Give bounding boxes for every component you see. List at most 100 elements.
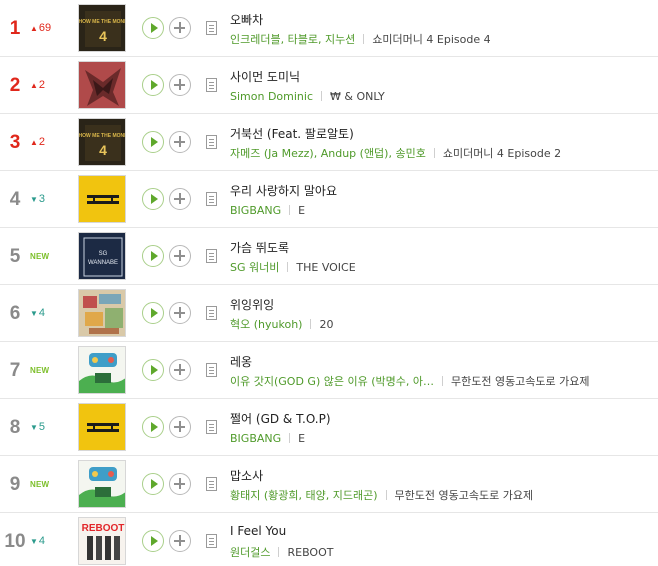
cover-art xyxy=(79,62,125,108)
play-button[interactable] xyxy=(142,74,164,96)
album-link[interactable]: THE VOICE xyxy=(296,261,355,274)
album-cover[interactable]: SHOW ME THE MONEY 4 xyxy=(78,4,126,52)
chart-row: 2 ▲2 사이먼 도미닉 Simon Dominic ₩ & ONLY xyxy=(0,57,658,114)
add-to-playlist-button[interactable] xyxy=(169,245,191,267)
add-to-playlist-button[interactable] xyxy=(169,473,191,495)
album-link[interactable]: 쇼미더머니 4 Episode 4 xyxy=(372,33,490,46)
arrow-up-icon: ▲ xyxy=(30,138,38,147)
lyrics-button[interactable] xyxy=(206,477,217,491)
album-cover[interactable] xyxy=(78,403,126,451)
add-to-playlist-button[interactable] xyxy=(169,74,191,96)
album-cover[interactable]: SG WANNABE xyxy=(78,232,126,280)
cover-art xyxy=(79,176,125,222)
lyrics-button[interactable] xyxy=(206,306,217,320)
add-to-playlist-button[interactable] xyxy=(169,188,191,210)
rank-change: ▼4 xyxy=(30,513,70,566)
meta-divider xyxy=(310,319,312,329)
song-meta: BIGBANG E xyxy=(230,432,655,446)
album-link[interactable]: E xyxy=(298,432,305,445)
lyrics-button[interactable] xyxy=(206,249,217,263)
lyrics-button[interactable] xyxy=(206,534,217,548)
rank-change: ▲2 xyxy=(30,57,70,114)
album-link[interactable]: ₩ & ONLY xyxy=(330,90,385,103)
song-title[interactable]: 맙소사 xyxy=(230,467,263,484)
song-meta: 혁오 (hyukoh) 20 xyxy=(230,318,655,332)
rank-change: NEW xyxy=(30,366,50,375)
artist-link[interactable]: Simon Dominic xyxy=(230,90,313,103)
play-button[interactable] xyxy=(142,17,164,39)
album-link[interactable]: 무한도전 영동고속도로 가요제 xyxy=(451,375,590,388)
song-title[interactable]: 쩔어 (GD & T.O.P) xyxy=(230,410,331,427)
artist-link[interactable]: BIGBANG xyxy=(230,204,281,217)
cover-number: 4 xyxy=(99,142,107,158)
album-cover[interactable]: SHOW ME THE MONEY 4 xyxy=(78,118,126,166)
rank-number: 10 xyxy=(4,531,26,552)
song-meta: 이유 갓지(GOD G) 않은 이유 (박명수, 아… 무한도전 영동고속도로 가… xyxy=(230,375,655,389)
lyrics-button[interactable] xyxy=(206,135,217,149)
song-title[interactable]: 레옹 xyxy=(230,353,252,370)
album-link[interactable]: E xyxy=(298,204,305,217)
artist-link[interactable]: 원더걸스 xyxy=(230,546,270,559)
album-link[interactable]: REBOOT xyxy=(287,546,333,559)
artist-link[interactable]: SG 워너비 xyxy=(230,261,279,274)
play-button[interactable] xyxy=(142,416,164,438)
album-link[interactable]: 무한도전 영동고속도로 가요제 xyxy=(395,489,534,502)
play-button[interactable] xyxy=(142,245,164,267)
cover-art xyxy=(79,404,125,450)
play-button[interactable] xyxy=(142,530,164,552)
add-to-playlist-button[interactable] xyxy=(169,131,191,153)
add-to-playlist-button[interactable] xyxy=(169,302,191,324)
artist-link[interactable]: 황태지 (황광희, 태양, 지드래곤) xyxy=(230,489,378,502)
lyrics-button[interactable] xyxy=(206,78,217,92)
rank-number: 5 xyxy=(9,246,21,267)
artist-link[interactable]: 인크레더블, 타블로, 지누션 xyxy=(230,33,355,46)
album-link[interactable]: 쇼미더머니 4 Episode 2 xyxy=(443,147,561,160)
song-title[interactable]: 위잉위잉 xyxy=(230,296,274,313)
cover-number: 4 xyxy=(99,28,107,44)
add-to-playlist-button[interactable] xyxy=(169,359,191,381)
song-title[interactable]: 사이먼 도미닉 xyxy=(230,68,300,85)
lyrics-button[interactable] xyxy=(206,363,217,377)
song-title[interactable]: 우리 사랑하지 말아요 xyxy=(230,182,337,199)
cover-text: SG xyxy=(99,251,108,257)
arrow-down-icon: ▼ xyxy=(30,195,38,204)
cover-text: WANNABE xyxy=(88,260,118,266)
song-meta: 인크레더블, 타블로, 지누션 쇼미더머니 4 Episode 4 xyxy=(230,33,655,47)
arrow-up-icon: ▲ xyxy=(30,81,38,90)
artist-link[interactable]: 자메즈 (Ja Mezz), Andup (앤덥), 송민호 xyxy=(230,147,426,160)
song-title[interactable]: 가슴 뛰도록 xyxy=(230,239,289,256)
album-cover[interactable] xyxy=(78,346,126,394)
chart-row: 5 NEW SG WANNABE 가슴 뛰도록 SG 워너비 THE VOICE xyxy=(0,228,658,285)
chart-row: 8 ▼5 쩔어 (GD & T.O.P) BIGBANG E xyxy=(0,399,658,456)
song-title[interactable]: 오빠차 xyxy=(230,11,263,28)
add-to-playlist-button[interactable] xyxy=(169,530,191,552)
rank-number: 1 xyxy=(9,18,21,39)
play-button[interactable] xyxy=(142,188,164,210)
lyrics-button[interactable] xyxy=(206,192,217,206)
meta-divider xyxy=(385,490,387,500)
album-cover[interactable] xyxy=(78,289,126,337)
song-meta: SG 워너비 THE VOICE xyxy=(230,261,655,275)
add-to-playlist-button[interactable] xyxy=(169,17,191,39)
lyrics-button[interactable] xyxy=(206,21,217,35)
rank-change: ▲2 xyxy=(30,114,70,171)
play-button[interactable] xyxy=(142,473,164,495)
album-cover[interactable]: REBOOT xyxy=(78,517,126,565)
song-title[interactable]: 거북선 (Feat. 팔로알토) xyxy=(230,125,354,142)
lyrics-button[interactable] xyxy=(206,420,217,434)
album-link[interactable]: 20 xyxy=(319,318,333,331)
cover-art xyxy=(79,461,125,507)
play-button[interactable] xyxy=(142,131,164,153)
album-cover[interactable] xyxy=(78,460,126,508)
album-cover[interactable] xyxy=(78,175,126,223)
album-cover[interactable] xyxy=(78,61,126,109)
meta-divider xyxy=(433,148,435,158)
artist-link[interactable]: BIGBANG xyxy=(230,432,281,445)
play-button[interactable] xyxy=(142,302,164,324)
rank-change: ▼4 xyxy=(30,285,70,342)
add-to-playlist-button[interactable] xyxy=(169,416,191,438)
artist-link[interactable]: 혁오 (hyukoh) xyxy=(230,318,302,331)
artist-link[interactable]: 이유 갓지(GOD G) 않은 이유 (박명수, 아… xyxy=(230,375,434,388)
play-button[interactable] xyxy=(142,359,164,381)
song-title[interactable]: I Feel You xyxy=(230,524,286,538)
